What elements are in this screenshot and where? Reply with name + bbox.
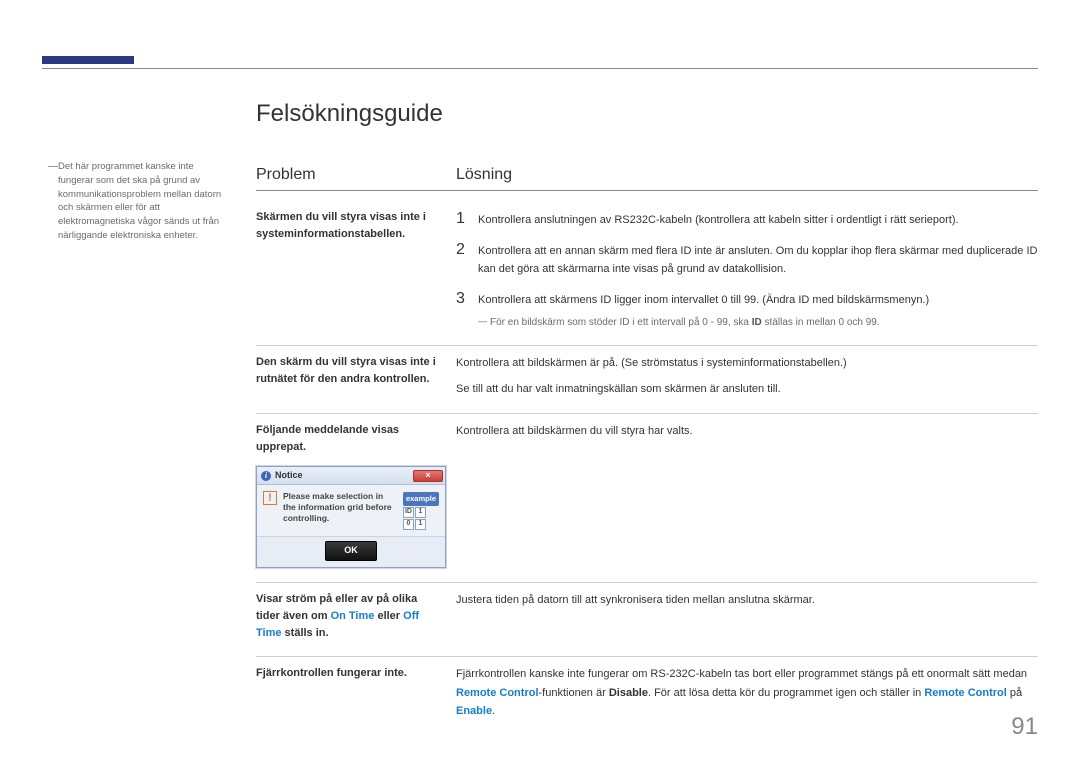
sidenote-dash: ― [48, 160, 58, 175]
sol-text: . [492, 705, 495, 717]
page-number: 91 [1011, 713, 1038, 741]
dialog-side: example ID 1 0 1 [403, 491, 439, 530]
table-row: Skärmen du vill styra visas inte i syste… [256, 201, 1038, 346]
enable-label: Enable [456, 705, 492, 717]
side-note: ― Det här programmet kanske inte fungera… [58, 160, 222, 243]
remote-control-label: Remote Control [924, 687, 1007, 699]
header-rule [42, 68, 1038, 69]
table-row: Följande meddelande visas upprepat. i No… [256, 414, 1038, 583]
grid-cell: ID [403, 507, 414, 518]
problem-eller: eller [374, 610, 403, 622]
dialog-body: ! Please make selection in the informati… [257, 485, 445, 536]
dialog-title: Notice [275, 469, 303, 483]
step-text: Kontrollera att en annan skärm med flera… [478, 240, 1038, 279]
problem-cell: Den skärm du vill styra visas inte i rut… [256, 354, 456, 399]
sidenote-text: Det här programmet kanske inte fungerar … [58, 161, 221, 241]
example-badge: example [403, 492, 439, 506]
sol-text: . För att lösa detta kör du programmet i… [648, 687, 924, 699]
ok-button[interactable]: OK [325, 541, 377, 561]
solution-step: 1 Kontrollera anslutningen av RS232C-kab… [456, 209, 1038, 230]
table-row: Visar ström på eller av på olika tider ä… [256, 583, 1038, 657]
header-solution: Lösning [456, 166, 1038, 184]
dialog-grid: ID 1 0 1 [403, 507, 439, 530]
grid-cell: 1 [415, 507, 426, 518]
solution-line: Se till att du har valt inmatningskällan… [456, 380, 1038, 399]
table-header-row: Problem Lösning [256, 166, 1038, 191]
header-accent-bar [42, 56, 134, 64]
step-number: 1 [456, 209, 478, 228]
dialog-title-left: i Notice [261, 469, 303, 483]
problem-text: Följande meddelande visas upprepat. [256, 424, 399, 453]
problem-cell: Skärmen du vill styra visas inte i syste… [256, 209, 456, 331]
solution-cell: Justera tiden på datorn till att synkron… [456, 591, 1038, 642]
problem-cell: Fjärrkontrollen fungerar inte. [256, 665, 456, 721]
step-footnote: För en bildskärm som stöder ID i ett int… [478, 314, 1038, 331]
disable-label: Disable [609, 687, 648, 699]
problem-cell: Följande meddelande visas upprepat. i No… [256, 422, 456, 568]
step-number: 2 [456, 240, 478, 259]
solution-step: 3 Kontrollera att skärmens ID ligger ino… [456, 289, 1038, 310]
dialog-message: Please make selection in the information… [283, 491, 397, 524]
page-title: Felsökningsguide [256, 100, 443, 128]
footnote-pre: För en bildskärm som stöder ID i ett int… [490, 317, 752, 328]
header-problem: Problem [256, 166, 456, 184]
solution-cell: Fjärrkontrollen kanske inte fungerar om … [456, 665, 1038, 721]
on-time-label: On Time [331, 610, 375, 622]
warning-icon: ! [263, 491, 277, 505]
step-text: Kontrollera att skärmens ID ligger inom … [478, 289, 1038, 310]
grid-cell: 0 [403, 519, 414, 530]
troubleshooting-table: Problem Lösning Skärmen du vill styra vi… [256, 166, 1038, 735]
solution-step: 2 Kontrollera att en annan skärm med fle… [456, 240, 1038, 279]
step-text: Kontrollera anslutningen av RS232C-kabel… [478, 209, 1038, 230]
notice-dialog: i Notice × ! Please make selection in th… [256, 466, 446, 568]
footnote-bold: ID [752, 317, 762, 328]
sol-text: på [1007, 687, 1022, 699]
problem-post: ställs in. [281, 627, 328, 639]
sol-text: -funktionen är [539, 687, 609, 699]
table-row: Den skärm du vill styra visas inte i rut… [256, 346, 1038, 414]
table-row: Fjärrkontrollen fungerar inte. Fjärrkont… [256, 657, 1038, 735]
problem-cell: Visar ström på eller av på olika tider ä… [256, 591, 456, 642]
solution-cell: Kontrollera att bildskärmen är på. (Se s… [456, 354, 1038, 399]
solution-line: Kontrollera att bildskärmen är på. (Se s… [456, 354, 1038, 373]
grid-cell: 1 [415, 519, 426, 530]
step-number: 3 [456, 289, 478, 308]
sol-text: Fjärrkontrollen kanske inte fungerar om … [456, 668, 1027, 680]
dialog-footer: OK [257, 536, 445, 567]
remote-control-label: Remote Control [456, 687, 539, 699]
solution-cell: Kontrollera att bildskärmen du vill styr… [456, 422, 1038, 568]
dialog-titlebar: i Notice × [257, 467, 445, 485]
info-icon: i [261, 471, 271, 481]
solution-cell: 1 Kontrollera anslutningen av RS232C-kab… [456, 209, 1038, 331]
footnote-post: ställas in mellan 0 och 99. [762, 317, 880, 328]
close-button[interactable]: × [413, 470, 443, 482]
